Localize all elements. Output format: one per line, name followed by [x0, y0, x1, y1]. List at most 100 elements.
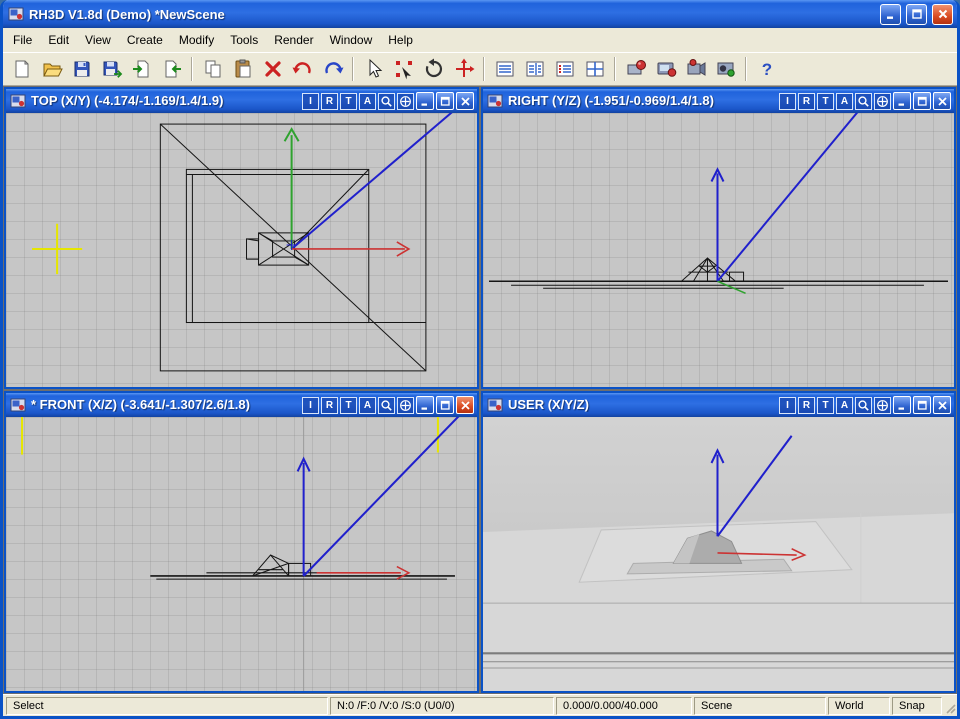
- menu-help[interactable]: Help: [380, 29, 421, 51]
- redo-icon: [322, 58, 344, 80]
- zoom-button[interactable]: [378, 93, 395, 110]
- toggle-i-button[interactable]: I: [302, 397, 319, 414]
- viewport-close-button[interactable]: [456, 396, 474, 414]
- toggle-a-button[interactable]: A: [359, 93, 376, 110]
- menu-modify[interactable]: Modify: [171, 29, 222, 51]
- viewport-front-titlebar[interactable]: * FRONT (X/Z) (-3.641/-1.307/2.6/1.8) I …: [6, 393, 477, 417]
- toggle-t-button[interactable]: T: [817, 93, 834, 110]
- viewport-maximize-button[interactable]: [436, 92, 454, 110]
- maximize-button[interactable]: [906, 4, 927, 25]
- status-scene-toggle[interactable]: Scene: [694, 697, 826, 715]
- resize-grip[interactable]: [942, 697, 957, 715]
- transform-axes-icon: [453, 58, 475, 80]
- save-as-button[interactable]: [97, 55, 126, 84]
- mdi-area: TOP (X/Y) (-4.174/-1.169/1.4/1.9) I R T …: [3, 86, 957, 694]
- menu-render[interactable]: Render: [266, 29, 321, 51]
- render-1-button[interactable]: [621, 55, 650, 84]
- toggle-a-button[interactable]: A: [836, 93, 853, 110]
- status-bar: Select N:0 /F:0 /V:0 /S:0 (U0/0) 0.000/0…: [3, 694, 957, 716]
- render-4-button[interactable]: [711, 55, 740, 84]
- import-button[interactable]: [127, 55, 156, 84]
- render-3-button[interactable]: [681, 55, 710, 84]
- viewport-user-titlebar[interactable]: USER (X/Y/Z) I R T A: [483, 393, 954, 417]
- viewport-minimize-button[interactable]: [893, 92, 911, 110]
- viewport-maximize-button[interactable]: [913, 396, 931, 414]
- select-button[interactable]: [359, 55, 388, 84]
- toggle-r-button[interactable]: R: [798, 397, 815, 414]
- viewport-top-titlebar[interactable]: TOP (X/Y) (-4.174/-1.169/1.4/1.9) I R T …: [6, 89, 477, 113]
- export-button[interactable]: [157, 55, 186, 84]
- pan-icon: [399, 399, 412, 412]
- layout-2-button[interactable]: [520, 55, 549, 84]
- paste-button[interactable]: [228, 55, 257, 84]
- render-2-button[interactable]: [651, 55, 680, 84]
- viewport-minimize-button[interactable]: [416, 92, 434, 110]
- viewport-minimize-button[interactable]: [416, 396, 434, 414]
- viewport-front-canvas[interactable]: [6, 417, 477, 691]
- viewport-right-canvas[interactable]: [483, 113, 954, 387]
- open-button[interactable]: [37, 55, 66, 84]
- toggle-i-button[interactable]: I: [302, 93, 319, 110]
- maximize-icon: [440, 96, 451, 107]
- minimize-button[interactable]: [880, 4, 901, 25]
- layout-3-button[interactable]: [550, 55, 579, 84]
- menu-create[interactable]: Create: [119, 29, 171, 51]
- y-axis-line: [717, 281, 745, 293]
- undo-button[interactable]: [288, 55, 317, 84]
- toggle-t-button[interactable]: T: [817, 397, 834, 414]
- zoom-button[interactable]: [855, 397, 872, 414]
- open-icon: [41, 58, 63, 80]
- viewport-maximize-button[interactable]: [436, 396, 454, 414]
- viewport-close-button[interactable]: [933, 92, 951, 110]
- menu-file[interactable]: File: [5, 29, 40, 51]
- render-region-icon: [685, 58, 707, 80]
- toggle-a-button[interactable]: A: [836, 397, 853, 414]
- layout-1-button[interactable]: [490, 55, 519, 84]
- z-axis-line: [292, 113, 457, 249]
- new-button[interactable]: [7, 55, 36, 84]
- viewport-maximize-button[interactable]: [913, 92, 931, 110]
- menu-window[interactable]: Window: [322, 29, 381, 51]
- layout-4-button[interactable]: [580, 55, 609, 84]
- viewport-minimize-button[interactable]: [893, 396, 911, 414]
- import-icon: [131, 58, 153, 80]
- viewport-close-button[interactable]: [933, 396, 951, 414]
- pan-button[interactable]: [874, 397, 891, 414]
- viewport-right: RIGHT (Y/Z) (-1.951/-0.969/1.4/1.8) I R …: [481, 87, 956, 389]
- copy-button[interactable]: [198, 55, 227, 84]
- viewport-top-canvas[interactable]: [6, 113, 477, 387]
- close-icon: [460, 96, 471, 107]
- close-icon: [937, 8, 949, 20]
- close-button[interactable]: [932, 4, 953, 25]
- viewport-right-titlebar[interactable]: RIGHT (Y/Z) (-1.951/-0.969/1.4/1.8) I R …: [483, 89, 954, 113]
- toggle-i-button[interactable]: I: [779, 397, 796, 414]
- menu-view[interactable]: View: [77, 29, 119, 51]
- toggle-a-button[interactable]: A: [359, 397, 376, 414]
- toggle-r-button[interactable]: R: [321, 93, 338, 110]
- delete-button[interactable]: [258, 55, 287, 84]
- rotate-view-button[interactable]: [419, 55, 448, 84]
- toggle-t-button[interactable]: T: [340, 93, 357, 110]
- toggle-t-button[interactable]: T: [340, 397, 357, 414]
- toggle-r-button[interactable]: R: [321, 397, 338, 414]
- status-world-toggle[interactable]: World: [828, 697, 890, 715]
- select-object-button[interactable]: [389, 55, 418, 84]
- menu-edit[interactable]: Edit: [40, 29, 77, 51]
- zoom-button[interactable]: [378, 397, 395, 414]
- pan-button[interactable]: [397, 93, 414, 110]
- menu-tools[interactable]: Tools: [222, 29, 266, 51]
- zoom-button[interactable]: [855, 93, 872, 110]
- toggle-i-button[interactable]: I: [779, 93, 796, 110]
- redo-button[interactable]: [318, 55, 347, 84]
- pan-button[interactable]: [397, 397, 414, 414]
- viewport-close-button[interactable]: [456, 92, 474, 110]
- transform-button[interactable]: [449, 55, 478, 84]
- toggle-r-button[interactable]: R: [798, 93, 815, 110]
- status-snap-toggle[interactable]: Snap: [892, 697, 942, 715]
- save-button[interactable]: [67, 55, 96, 84]
- viewport-user-canvas[interactable]: [483, 417, 954, 691]
- help-button[interactable]: ?: [752, 55, 781, 84]
- pan-button[interactable]: [874, 93, 891, 110]
- title-bar[interactable]: RH3D V1.8d (Demo) *NewScene: [3, 0, 957, 28]
- toolbar-separator: [614, 57, 616, 81]
